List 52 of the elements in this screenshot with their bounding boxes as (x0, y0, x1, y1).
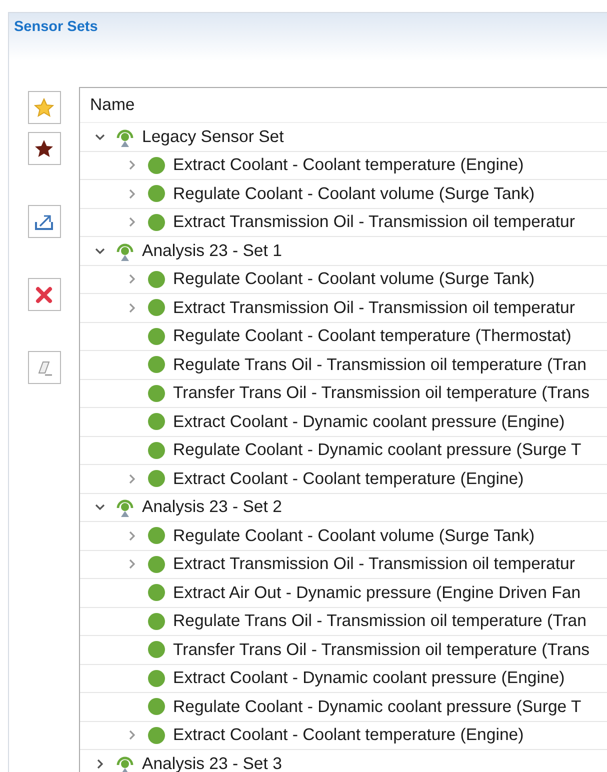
tree-item[interactable]: Regulate Coolant - Coolant temperature (Thermostat) (173, 326, 572, 346)
status-dot-icon (148, 270, 165, 288)
status-dot-icon (148, 527, 165, 544)
status-dot-icon (148, 328, 165, 345)
tree-item[interactable]: Legacy Sensor Set (142, 126, 284, 147)
tree-item[interactable]: Analysis 23 - Set 3 (142, 754, 282, 772)
status-dot-icon (148, 726, 165, 744)
tree-item[interactable]: Regulate Coolant - Dynamic coolant pressure (Surge T (173, 440, 582, 460)
status-dot-icon (148, 556, 165, 573)
status-dot-icon (148, 670, 165, 687)
tree-item[interactable]: Regulate Coolant - Coolant volume (Surge Tank) (173, 526, 535, 546)
tree-item[interactable]: Extract Coolant - Dynamic coolant pressure (Engine) (173, 412, 565, 432)
delete-icon (35, 286, 53, 304)
status-dot-icon (148, 584, 165, 602)
tree-item[interactable]: Extract Transmission Oil - Transmission oil temperatur (173, 554, 575, 574)
tree-item[interactable]: Analysis 23 - Set 1 (142, 240, 282, 261)
status-dot-icon (148, 442, 165, 459)
star-icon (34, 138, 54, 158)
star-icon (34, 98, 54, 118)
status-dot-icon (148, 156, 165, 174)
status-dot-icon (148, 470, 165, 488)
tree-item[interactable]: Transfer Trans Oil - Transmission oil temperature (Trans (173, 383, 590, 404)
status-dot-icon (148, 356, 165, 374)
tree-item[interactable]: Extract Air Out - Dynamic pressure (Engine Driven Fan (173, 582, 581, 603)
tree-item[interactable]: Extract Transmission Oil - Transmission oil temperatur (173, 298, 575, 318)
status-dot-icon (148, 413, 165, 430)
clear-button[interactable] (28, 351, 60, 384)
panel-title: Sensor Sets (14, 19, 98, 35)
export-button[interactable] (28, 205, 60, 238)
tree-item[interactable]: Regulate Coolant - Coolant volume (Surge Tank) (173, 184, 535, 204)
tree-item[interactable]: Transfer Trans Oil - Transmission oil temperature (Trans (173, 640, 590, 660)
tree-item[interactable]: Analysis 23 - Set 2 (142, 497, 282, 518)
column-header: Name (90, 95, 135, 115)
status-dot-icon (148, 641, 165, 658)
tree-item[interactable]: Extract Transmission Oil - Transmission oil temperatur (173, 212, 575, 232)
status-dot-icon (148, 185, 165, 202)
tree-item[interactable]: Extract Coolant - Coolant temperature (Engine) (173, 468, 524, 489)
tree-item[interactable]: Regulate Trans Oil - Transmission oil temperature (Tran (173, 354, 586, 375)
tree-item[interactable]: Extract Coolant - Coolant temperature (Engine) (173, 155, 524, 176)
export-icon (34, 212, 54, 230)
favorite-button[interactable] (28, 132, 60, 165)
tree-item[interactable]: Extract Coolant - Coolant temperature (Engine) (173, 725, 524, 746)
delete-button[interactable] (28, 278, 60, 311)
tree-item[interactable]: Regulate Coolant - Dynamic coolant pressure (Surge T (173, 696, 582, 717)
tree-item[interactable]: Regulate Trans Oil - Transmission oil temperature (Tran (173, 611, 586, 632)
status-dot-icon (148, 299, 165, 316)
status-dot-icon (148, 384, 165, 402)
tree-item[interactable]: Regulate Coolant - Coolant volume (Surge Tank) (173, 269, 535, 290)
status-dot-icon (148, 214, 165, 231)
status-dot-icon (148, 612, 165, 630)
status-dot-icon (148, 698, 165, 716)
tree-item[interactable]: Extract Coolant - Dynamic coolant pressure (Engine) (173, 668, 565, 688)
